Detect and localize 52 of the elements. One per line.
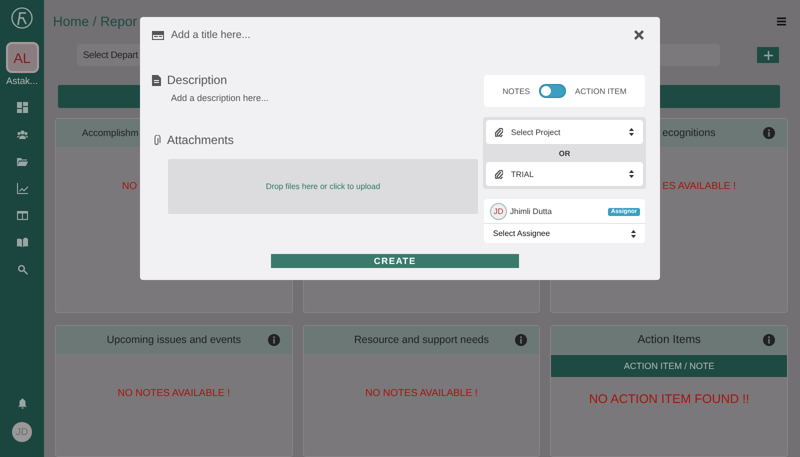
- empty-message: NO: [122, 181, 137, 192]
- paperclip-icon: [495, 170, 503, 178]
- paperclip-icon: [495, 128, 503, 136]
- search-icon[interactable]: [16, 264, 28, 275]
- card-title: Action Items: [638, 334, 701, 346]
- dashboard-icon[interactable]: [16, 102, 28, 113]
- toggle-label: NOTES: [502, 86, 530, 96]
- empty-message: ES AVAILABLE !: [662, 181, 736, 192]
- create-button[interactable]: CREATE: [271, 254, 519, 268]
- empty-message: NO ACTION ITEM FOUND !!: [588, 392, 750, 406]
- breadcrumb: Home / Repor: [53, 14, 138, 28]
- close-icon[interactable]: [634, 30, 644, 40]
- user-avatar: JD: [490, 203, 507, 220]
- sort-icon: [631, 230, 636, 238]
- sort-icon: [629, 170, 634, 178]
- user-name: Jhimli Dutta: [510, 207, 552, 216]
- plus-icon: [764, 50, 772, 60]
- project-select[interactable]: TRIAL: [486, 162, 643, 186]
- info-icon[interactable]: [515, 334, 528, 346]
- project-select[interactable]: Select Project: [486, 120, 643, 144]
- user-name: Astak...: [6, 76, 38, 87]
- table-icon[interactable]: [16, 210, 28, 221]
- document-icon: [152, 74, 161, 86]
- card-title: Resource and support needs: [354, 334, 489, 346]
- info-icon[interactable]: [268, 334, 280, 346]
- card-title: Accomplishm: [82, 128, 138, 138]
- chart-icon[interactable]: [16, 183, 28, 194]
- assignee-select[interactable]: Select Assignee: [484, 224, 645, 243]
- section-label: Attachments: [167, 133, 234, 147]
- sort-icon: [629, 128, 634, 136]
- toggle-switch[interactable]: [539, 84, 566, 98]
- toggle-label: ACTION ITEM: [575, 86, 627, 96]
- book-icon[interactable]: [16, 237, 28, 248]
- card-title: ecognitions: [662, 127, 716, 139]
- upload-dropzone[interactable]: Drop files here or click to upload: [168, 159, 478, 214]
- card-title: Upcoming issues and events: [106, 334, 241, 346]
- info-icon[interactable]: [763, 334, 775, 346]
- logo-icon[interactable]: [11, 7, 33, 29]
- info-icon[interactable]: [763, 127, 775, 139]
- bell-icon[interactable]: [16, 398, 28, 409]
- folder-icon[interactable]: [16, 156, 28, 167]
- title-field[interactable]: Add a title here...: [171, 29, 250, 41]
- column-header: ACTION ITEM / NOTE: [551, 355, 787, 377]
- paperclip-icon: [152, 134, 161, 146]
- section-label: Description: [167, 73, 228, 87]
- empty-message: NO NOTES AVAILABLE !: [365, 388, 478, 399]
- card-icon: [152, 30, 164, 40]
- menu-icon[interactable]: [777, 16, 786, 26]
- description-field[interactable]: Add a description here...: [171, 93, 478, 103]
- users-icon[interactable]: [16, 129, 28, 140]
- empty-message: NO NOTES AVAILABLE !: [118, 388, 230, 399]
- add-button[interactable]: [757, 47, 779, 63]
